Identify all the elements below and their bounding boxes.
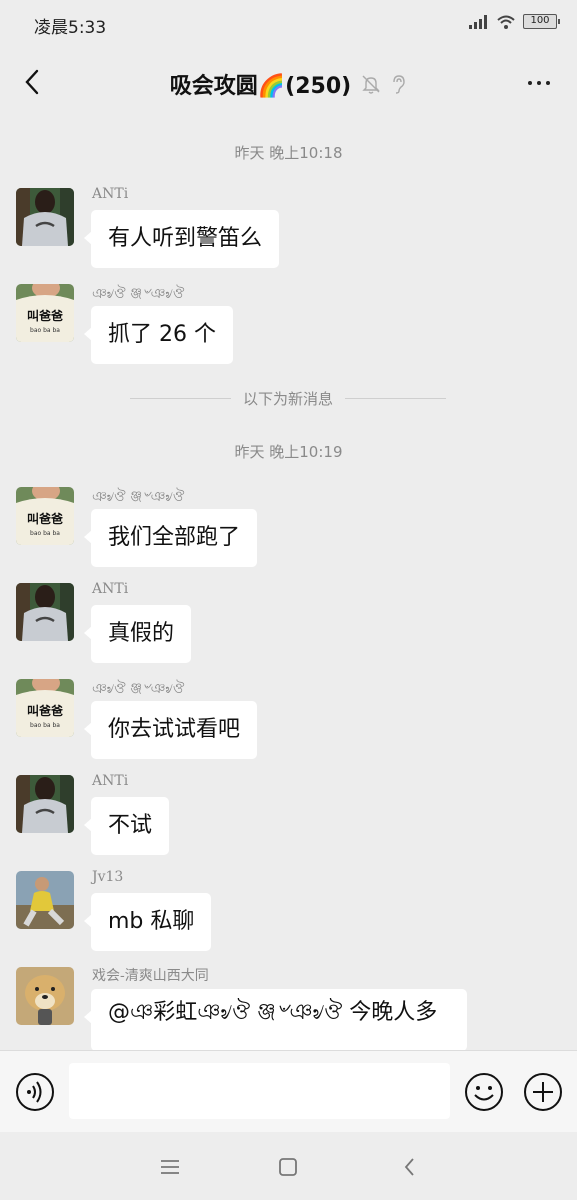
message-bubble[interactable]: 抓了 26 个 (84, 306, 233, 364)
sender-name: ANTi (92, 581, 129, 597)
divider-line (345, 398, 447, 399)
more-button[interactable] (519, 68, 559, 98)
more-dot (537, 81, 541, 85)
message-input[interactable] (69, 1063, 450, 1119)
avatar-baba[interactable]: 叫爸爸 bao ba ba (16, 679, 74, 737)
ear-icon (393, 75, 405, 94)
status-bar: 凌晨5:33 100 (0, 0, 577, 48)
avatar-subtext: bao ba ba (30, 722, 60, 729)
signal-icon (469, 14, 487, 29)
wifi-icon (497, 15, 515, 29)
avatar-baba[interactable]: 叫爸爸 bao ba ba (16, 284, 74, 342)
chat-area[interactable]: 昨天 晚上10:18 ANTi 有人听到警笛么 叫爸爸 bao ba ba ঞ৶… (0, 118, 577, 1050)
message-bubble[interactable]: 不试 (83, 797, 170, 855)
avatar-subtext: bao ba ba (30, 327, 60, 334)
title-wrap: 吸会攻圆🌈(250) (0, 68, 577, 100)
recents-button[interactable] (155, 1152, 185, 1182)
message-bubble[interactable]: 真假的 (83, 605, 192, 663)
plus-icon (524, 1073, 562, 1111)
avatar-text: 叫爸爸 (27, 308, 63, 323)
home-button[interactable] (273, 1152, 303, 1182)
more-dot (528, 81, 532, 85)
menu-icon (161, 1160, 179, 1174)
avatar-text: 叫爸爸 (27, 511, 63, 526)
back-triangle-icon (404, 1158, 414, 1176)
bell-off-icon (362, 75, 380, 94)
avatar-text: 叫爸爸 (27, 703, 63, 718)
sender-name: ANTi (92, 186, 129, 202)
sender-name: 戏会-清爽山西大同 (92, 968, 209, 984)
chat-title: 吸会攻圆🌈(250) (169, 74, 352, 99)
divider-line (130, 398, 231, 399)
avatar-jv13[interactable] (16, 871, 74, 929)
message-bubble[interactable]: 你去试试看吧 (83, 701, 258, 759)
avatar-anti[interactable] (16, 188, 74, 246)
message-bubble[interactable]: @ঞ彩虹ঞ৶ঔ ঞ্জ৺ঞ৶ঔ 今晚人多 (83, 989, 468, 1050)
message-bubble[interactable]: 有人听到警笛么 (83, 210, 280, 268)
avatar-anti[interactable] (16, 775, 74, 833)
avatar-baba[interactable]: 叫爸爸 bao ba ba (16, 487, 74, 545)
avatar-anti[interactable] (16, 583, 74, 641)
sender-name: ঞ৶ঔ ঞ্জ৺ঞ৶ঔ (92, 286, 185, 302)
new-messages-divider: 以下为新消息 (130, 388, 447, 409)
status-icons: 100 (469, 14, 560, 29)
voice-icon (16, 1073, 54, 1111)
avatar-dog[interactable] (16, 967, 74, 1025)
message-bubble[interactable]: mb 私聊 (83, 893, 212, 951)
avatar-subtext: bao ba ba (30, 530, 60, 537)
system-back-button[interactable] (395, 1152, 425, 1182)
sender-name: ঞ৶ঔ ঞ্জ৺ঞ৶ঔ (92, 489, 185, 505)
message-bubble[interactable]: 我们全部跑了 (83, 509, 258, 567)
plus-button[interactable] (522, 1071, 564, 1113)
emoji-button[interactable] (463, 1071, 505, 1113)
timestamp: 昨天 晚上10:19 (234, 443, 343, 461)
divider-text: 以下为新消息 (243, 390, 334, 408)
system-nav-bar (0, 1132, 577, 1200)
sender-name: ঞ৶ঔ ঞ্জ৺ঞ৶ঔ (92, 681, 185, 697)
more-dot (546, 81, 550, 85)
status-time: 凌晨5:33 (34, 18, 107, 38)
emoji-icon (465, 1073, 503, 1111)
timestamp: 昨天 晚上10:18 (234, 144, 343, 162)
sender-name: Jv13 (92, 869, 124, 885)
battery-icon: 100 (523, 14, 560, 29)
sender-name: ANTi (92, 773, 129, 789)
chat-header: 吸会攻圆🌈(250) (0, 48, 577, 118)
voice-button[interactable] (14, 1071, 56, 1113)
home-square-icon (279, 1158, 297, 1176)
input-bar (0, 1050, 577, 1132)
